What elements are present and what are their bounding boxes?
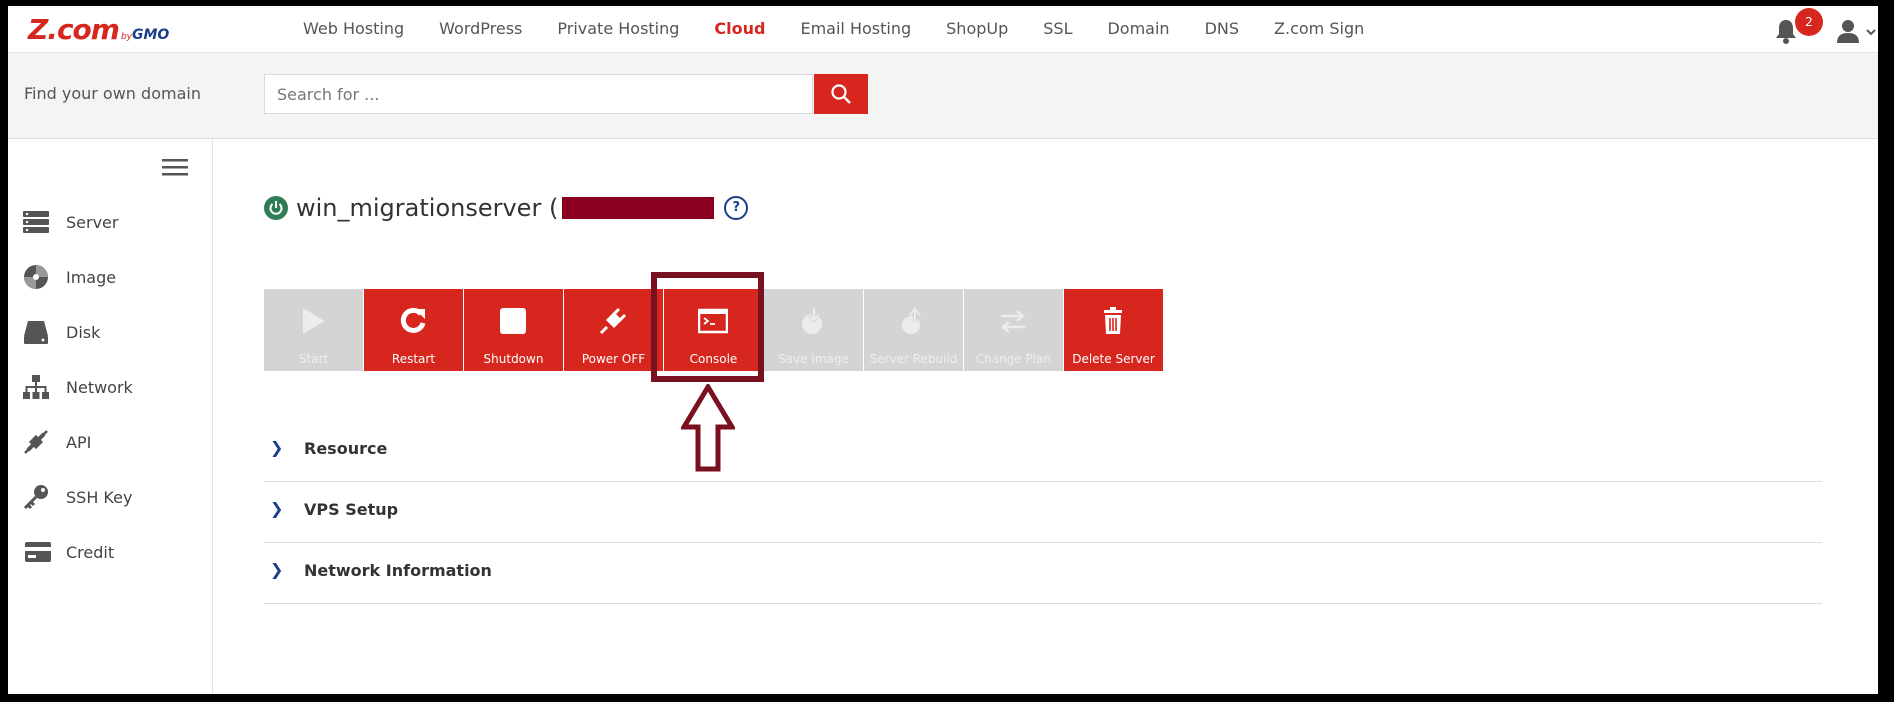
redacted-ip-block [562,197,715,219]
section-vps-setup[interactable]: ❯ VPS Setup [264,482,1822,543]
change-plan-button-label: Change Plan [975,352,1052,366]
help-icon[interactable]: ? [724,196,749,220]
nav-web-hosting[interactable]: Web Hosting [303,6,404,52]
server-name: win_migrationserver ( [296,194,559,222]
play-icon [303,308,325,334]
start-button[interactable]: Start [264,289,363,371]
shutdown-button-label: Shutdown [483,352,544,366]
console-highlight-annotation [651,272,764,382]
save-image-button[interactable]: Save Image [764,289,863,371]
restart-button[interactable]: Restart [364,289,463,371]
trash-icon [1104,307,1122,334]
delete-server-button-label: Delete Server [1072,352,1155,366]
plug-icon [599,307,627,335]
sidebar-item-disk[interactable]: Disk [22,315,202,349]
sidebar-item-label: Image [66,267,117,287]
api-plug-icon [24,430,48,454]
sidebar-item-ssh-key[interactable]: SSH Key [22,480,202,514]
server-rebuild-button-label: Server Rebuild [869,352,958,366]
server-title-row: win_migrationserver ( ? [264,192,749,224]
sidebar-item-label: Credit [66,542,115,562]
swap-icon [1001,310,1025,333]
network-icon [23,375,49,399]
power-off-button-label: Power OFF [581,352,646,366]
sidebar-item-label: API [66,432,92,452]
search-icon [831,84,851,104]
change-plan-button[interactable]: Change Plan [964,289,1063,371]
section-title: Resource [304,439,388,458]
start-button-label: Start [298,352,329,366]
sidebar-item-label: Disk [66,322,101,342]
disk-icon [24,321,48,344]
hamburger-menu-icon[interactable] [162,157,188,177]
sidebar-item-credit[interactable]: Credit [22,535,202,569]
stop-icon [500,308,526,334]
nav-domain[interactable]: Domain [1107,6,1169,52]
sidebar-item-image[interactable]: Image [22,260,202,294]
nav-dns[interactable]: DNS [1205,6,1239,52]
restart-icon [400,307,426,333]
top-navigation-bar: Z.com byGMO Web Hosting WordPress Private… [8,6,1878,53]
user-account-icon[interactable] [1834,18,1876,44]
power-status-icon [264,196,288,220]
nav-private-hosting[interactable]: Private Hosting [557,6,679,52]
save-image-button-label: Save Image [778,352,849,366]
chevron-right-icon: ❯ [270,499,284,518]
logo-gmo-text: GMO [132,27,170,43]
sidebar-item-server[interactable]: Server [22,205,202,239]
rebuild-icon [902,306,922,334]
image-disc-icon [24,265,48,289]
save-image-icon [802,308,822,334]
page-frame: Z.com byGMO Web Hosting WordPress Private… [8,6,1878,694]
nav-zcom-sign[interactable]: Z.com Sign [1274,6,1364,52]
nav-email-hosting[interactable]: Email Hosting [800,6,911,52]
section-title: VPS Setup [304,500,399,519]
credit-card-icon [25,542,51,562]
shutdown-button[interactable]: Shutdown [464,289,563,371]
logo-by-text: by [120,32,132,42]
delete-server-button[interactable]: Delete Server [1064,289,1163,371]
power-icon [269,201,283,215]
nav-ssl[interactable]: SSL [1043,6,1072,52]
sidebar: Server Image Disk Network API SSH Key Cr… [8,139,213,694]
sidebar-item-label: Server [66,212,119,232]
section-title: Network Information [304,561,492,580]
server-icon [23,211,49,233]
nav-wordpress[interactable]: WordPress [439,6,522,52]
sidebar-item-label: Network [66,377,133,397]
server-rebuild-button[interactable]: Server Rebuild [864,289,963,371]
chevron-right-icon: ❯ [270,438,284,457]
key-icon [23,485,48,510]
nav-cloud[interactable]: Cloud [714,6,765,52]
sidebar-item-api[interactable]: API [22,425,202,459]
zcom-logo[interactable]: Z.com byGMO [28,13,169,46]
section-resource[interactable]: ❯ Resource [264,421,1822,482]
sidebar-item-network[interactable]: Network [22,370,202,404]
logo-main-text: Z.com [28,13,120,46]
restart-button-label: Restart [391,352,436,366]
domain-search-bar: Find your own domain [8,53,1878,139]
chevron-right-icon: ❯ [270,560,284,579]
domain-search-input[interactable] [264,74,813,114]
main-nav: Web Hosting WordPress Private Hosting Cl… [303,6,1399,52]
nav-shopup[interactable]: ShopUp [946,6,1008,52]
notification-badge: 2 [1795,8,1823,36]
search-label: Find your own domain [24,84,201,103]
sidebar-item-label: SSH Key [66,487,133,507]
search-button[interactable] [814,74,868,114]
power-off-button[interactable]: Power OFF [564,289,663,371]
section-network-information[interactable]: ❯ Network Information [264,543,1822,604]
